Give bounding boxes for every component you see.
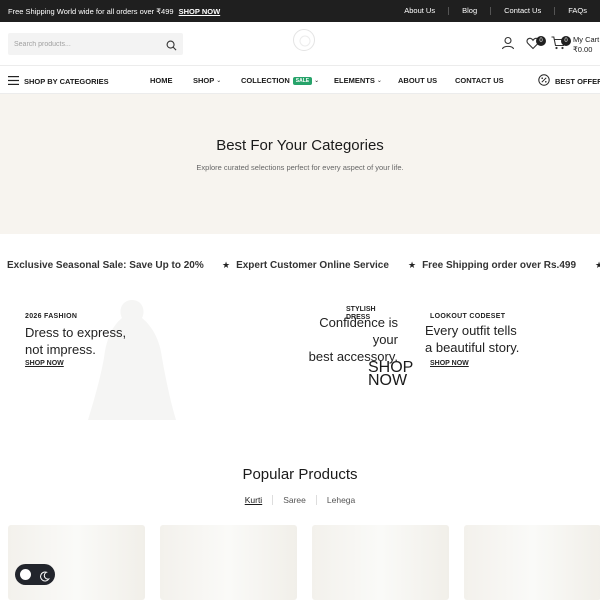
nav-contact-us[interactable]: CONTACT US [455, 76, 504, 85]
promo-heading-line: Dress to express, [25, 325, 127, 340]
nav-home-label: HOME [150, 76, 173, 85]
site-logo[interactable] [293, 29, 315, 51]
product-card[interactable] [464, 525, 600, 600]
marquee-item: ★ Expert Customer Online Service [222, 260, 389, 271]
product-card[interactable] [160, 525, 297, 600]
discount-tag-icon [538, 74, 555, 88]
promo-heading-line: Every outfit tells [425, 323, 517, 338]
chevron-down-icon: ⌄ [376, 78, 382, 84]
search-input[interactable] [14, 37, 164, 51]
marquee-text: Free Shipping order over Rs.499 [422, 260, 577, 271]
promo-heading-line: your [372, 332, 398, 347]
cart-summary[interactable]: My Cart ₹0.00 [573, 35, 599, 55]
promo-kicker-line: STYLISH [346, 306, 376, 313]
promo-banner-stylish-dress[interactable]: Confidence is your best accessory. [290, 314, 398, 365]
promo-shop-now-link[interactable]: SHOP NOW [368, 360, 413, 389]
about-us-link[interactable]: About Us [391, 7, 448, 15]
account-icon[interactable] [501, 36, 515, 55]
marquee-item: Exclusive Seasonal Sale: Save Up to 20% [7, 260, 204, 271]
chevron-down-icon: ⌄ [314, 78, 320, 84]
product-card[interactable] [8, 525, 145, 600]
marquee-item: ★ [595, 260, 600, 271]
categories-hero: Best For Your Categories Explore curated… [0, 94, 600, 234]
search-icon[interactable] [166, 38, 177, 56]
marquee-text: Exclusive Seasonal Sale: Save Up to 20% [7, 260, 204, 271]
site-header: 0 0 My Cart ₹0.00 [0, 22, 600, 66]
best-offers-label: BEST OFFERS [555, 76, 600, 86]
shop-by-categories-button[interactable]: SHOP BY CATEGORIES [8, 76, 109, 87]
nav-contact-us-label: CONTACT US [455, 76, 504, 85]
promo-shop-now-link[interactable]: SHOP NOW [430, 360, 519, 367]
nav-elements[interactable]: ELEMENTS ⌄ [334, 76, 382, 85]
marquee-item: ★ Free Shipping order over Rs.499 [408, 260, 576, 271]
promo-marquee: Exclusive Seasonal Sale: Save Up to 20% … [0, 255, 600, 275]
wishlist-count-badge: 0 [536, 36, 546, 46]
promo-heading-line: not impress. [25, 342, 96, 357]
promo-link-line: NOW [368, 372, 408, 389]
shipping-notice: Free Shipping World wide for all orders … [8, 7, 220, 16]
faqs-link[interactable]: FAQs [554, 7, 600, 15]
promo-heading-line: a beautiful story. [425, 340, 520, 355]
popular-products-title: Popular Products [242, 466, 358, 483]
tab-kurti[interactable]: Kurti [235, 495, 272, 505]
marquee-text: Expert Customer Online Service [236, 260, 389, 271]
star-icon: ★ [408, 260, 417, 270]
main-navigation: SHOP BY CATEGORIES HOME SHOP ⌄ COLLECTIO… [0, 67, 600, 94]
moon-icon [39, 569, 50, 587]
star-icon: ★ [222, 260, 231, 270]
promo-kicker: LOOKOUT CODESET [430, 313, 506, 320]
nav-shop-label: SHOP [193, 76, 215, 85]
hero-title: Best For Your Categories [216, 137, 384, 154]
promo-shop-now-link[interactable]: SHOP NOW [25, 360, 126, 367]
nav-home[interactable]: HOME [150, 76, 173, 85]
tab-saree[interactable]: Saree [272, 495, 316, 505]
tab-lehega[interactable]: Lehega [315, 495, 365, 505]
hamburger-menu-icon [8, 76, 24, 87]
nav-shop[interactable]: SHOP ⌄ [193, 76, 221, 85]
nav-elements-label: ELEMENTS [334, 76, 375, 85]
nav-about-us-label: ABOUT US [398, 76, 438, 85]
promo-kicker: 2026 FASHION [25, 313, 78, 320]
hero-subtitle: Explore curated selections perfect for e… [196, 163, 404, 172]
shipping-text: Free Shipping World wide for all orders … [8, 7, 174, 16]
sale-badge: SALE [292, 76, 313, 85]
nav-about-us[interactable]: ABOUT US [398, 76, 437, 85]
search-box [8, 33, 183, 55]
blog-link[interactable]: Blog [448, 7, 490, 15]
promo-heading: Dress to express, not impress. [25, 324, 126, 358]
topbar-links: About Us Blog Contact Us FAQs [391, 7, 600, 15]
promo-banner-fashion[interactable]: 2026 FASHION Dress to express, not impre… [25, 313, 126, 367]
categories-label: SHOP BY CATEGORIES [24, 77, 109, 86]
promo-heading: Every outfit tells a beautiful story. [425, 322, 519, 356]
promo-banner-codeset[interactable]: LOOKOUT CODESET Every outfit tells a bea… [425, 313, 519, 367]
cart-label: My Cart [573, 35, 600, 44]
promo-heading-line: Confidence is [319, 315, 398, 330]
product-card[interactable] [312, 525, 449, 600]
shipping-shop-now-link[interactable]: SHOP NOW [179, 7, 221, 16]
nav-collection[interactable]: COLLECTION SALE ⌄ [241, 76, 319, 85]
announcement-bar: Free Shipping World wide for all orders … [0, 0, 600, 22]
cart-count-badge: 0 [561, 36, 571, 46]
best-offers-link[interactable]: BEST OFFERS [538, 74, 600, 88]
star-icon: ★ [595, 260, 600, 270]
promo-heading: Confidence is your best accessory. [290, 314, 398, 365]
cart-total: ₹0.00 [573, 45, 593, 54]
contact-us-link[interactable]: Contact Us [490, 7, 554, 15]
theme-toggle[interactable] [15, 564, 55, 585]
nav-collection-label: COLLECTION [241, 76, 290, 85]
toggle-knob [20, 569, 31, 580]
chevron-down-icon: ⌄ [216, 78, 222, 84]
product-tabs: Kurti Saree Lehega [0, 495, 600, 505]
